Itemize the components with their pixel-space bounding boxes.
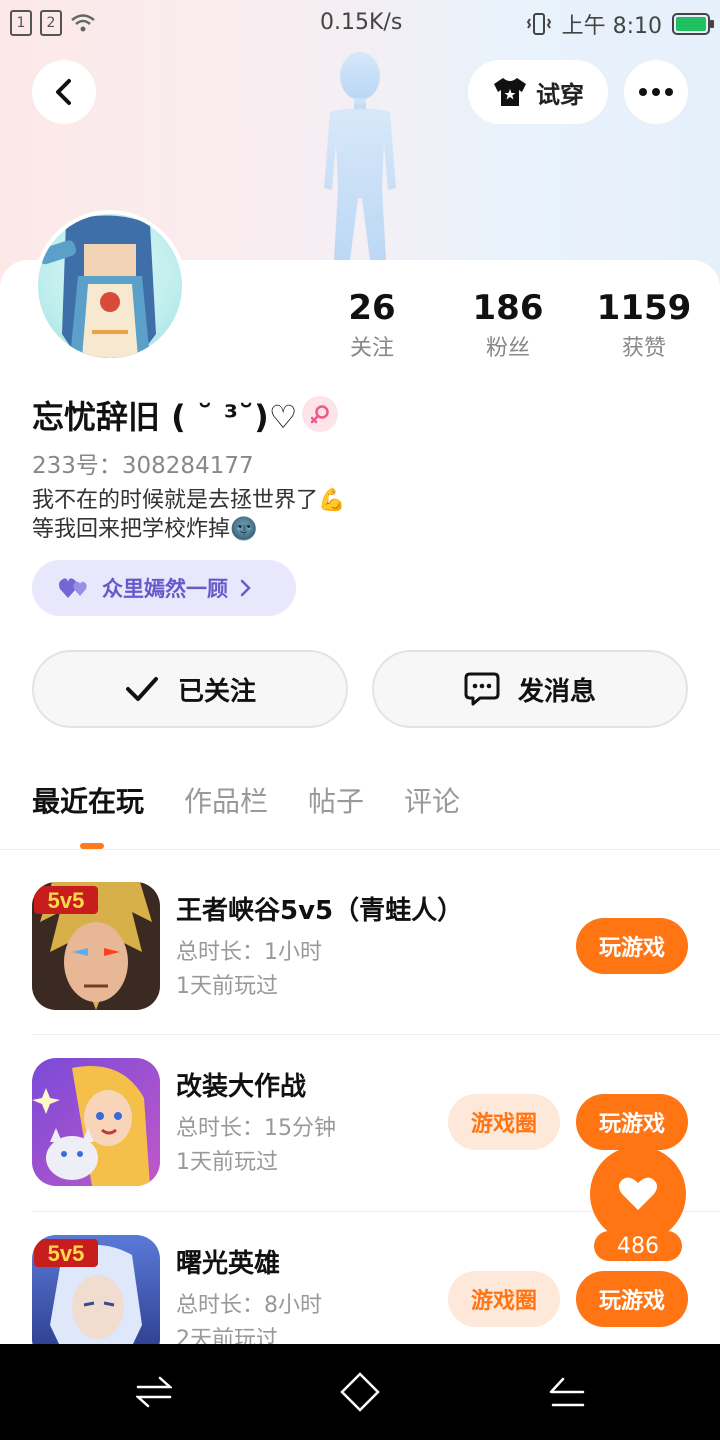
chat-bubble-icon <box>464 672 500 706</box>
profile-name: 忘忧辞旧 ( ˘ ³˘)♡ <box>32 398 298 436</box>
send-message-button[interactable]: 发消息 <box>372 650 688 728</box>
back-chevron-icon <box>56 79 71 105</box>
try-on-button[interactable]: 试穿 <box>468 60 608 124</box>
back-button[interactable] <box>32 60 96 124</box>
stat-fans-label: 粉丝 <box>485 336 530 361</box>
play-game-button[interactable]: 玩游戏 <box>576 1271 688 1327</box>
double-heart-icon <box>59 578 87 598</box>
wifi-icon <box>71 14 95 32</box>
like-count: 486 <box>594 1231 682 1261</box>
game-icon-honor-of-kings[interactable]: 5v5 <box>32 882 160 1010</box>
stat-following[interactable]: 26 关注 <box>312 288 432 362</box>
bio-line-1: 我不在的时候就是去拯世界了💪 <box>32 488 346 513</box>
game-last-played: 1天前玩过 <box>176 974 278 999</box>
home-button[interactable] <box>336 1368 384 1416</box>
more-dots-icon <box>639 88 673 96</box>
game-art-icon: 5v5 <box>32 882 160 1010</box>
more-button[interactable] <box>624 60 688 124</box>
row-divider <box>32 1034 720 1035</box>
battery-icon <box>672 13 714 35</box>
guild-label: 众里嫣然一顾 <box>102 577 228 601</box>
play-game-button[interactable]: 玩游戏 <box>576 1094 688 1150</box>
tab-works[interactable]: 作品栏 <box>184 780 268 820</box>
guild-badge-button[interactable]: 众里嫣然一顾 <box>32 560 296 616</box>
tabs-divider <box>0 849 720 850</box>
female-gender-icon <box>302 396 338 432</box>
try-on-label: 试穿 <box>536 80 584 109</box>
game-last-played: 1天前玩过 <box>176 1150 278 1175</box>
status-right: 上午 8:10 <box>526 8 714 40</box>
clock: 上午 8:10 <box>561 14 662 39</box>
tab-posts[interactable]: 帖子 <box>308 780 364 820</box>
back-arrow-icon <box>549 1377 585 1407</box>
list-item[interactable]: 5v5 王者峡谷5v5（青蛙人） 总时长：1小时 1天前玩过 玩游戏 <box>0 860 720 1036</box>
check-icon <box>125 677 158 701</box>
game-icon-modified-battle[interactable] <box>32 1058 160 1186</box>
stat-following-value: 26 <box>348 288 396 328</box>
like-float-button[interactable] <box>590 1146 686 1242</box>
sim2-icon: 2 <box>40 10 62 36</box>
system-navigation-bar <box>0 1344 720 1440</box>
svg-text:5v5: 5v5 <box>48 888 85 913</box>
stat-likes-value: 1159 <box>596 288 692 328</box>
sim1-icon: 1 <box>10 10 32 36</box>
stat-likes[interactable]: 1159 获赞 <box>584 288 704 362</box>
profile-bio: 我不在的时候就是去拯世界了💪 等我回来把学校炸掉🌚 <box>32 486 345 544</box>
game-title: 改装大作战 <box>176 1072 307 1102</box>
status-left: 1 2 <box>10 10 96 36</box>
network-speed: 0.15K/s <box>320 10 403 35</box>
game-duration: 总时长：8小时 <box>176 1293 322 1318</box>
play-game-button[interactable]: 玩游戏 <box>576 918 688 974</box>
heart-icon <box>619 1177 657 1210</box>
stat-likes-label: 获赞 <box>621 336 666 361</box>
svg-text:5v5: 5v5 <box>48 1241 85 1266</box>
followed-button[interactable]: 已关注 <box>32 650 348 728</box>
game-title: 曙光英雄 <box>176 1249 281 1279</box>
game-circle-button[interactable]: 游戏圈 <box>448 1271 560 1327</box>
game-duration: 总时长：1小时 <box>176 940 322 965</box>
home-diamond-icon <box>340 1372 380 1412</box>
switch-arrows-icon <box>136 1376 172 1408</box>
recent-apps-button[interactable] <box>130 1368 178 1416</box>
followed-label: 已关注 <box>177 676 256 707</box>
bio-line-2: 等我回来把学校炸掉🌚 <box>32 517 258 542</box>
avatar-illustration-icon <box>38 215 156 358</box>
status-bar: 1 2 0.15K/s 上午 8:10 <box>0 0 720 50</box>
tshirt-icon <box>494 78 526 106</box>
game-circle-button[interactable]: 游戏圈 <box>448 1094 560 1150</box>
back-nav-button[interactable] <box>542 1368 590 1416</box>
profile-tabs: 最近在玩 作品栏 帖子 评论 <box>32 780 460 820</box>
stat-following-label: 关注 <box>349 336 394 361</box>
tab-comments[interactable]: 评论 <box>404 780 460 820</box>
stat-fans-value: 186 <box>472 288 544 328</box>
chevron-right-icon <box>240 579 251 597</box>
send-message-label: 发消息 <box>517 676 596 707</box>
vibrate-icon <box>526 13 551 35</box>
user-id: 233号：308284177 <box>32 453 254 479</box>
tab-recently-played[interactable]: 最近在玩 <box>32 780 144 820</box>
game-title: 王者峡谷5v5（青蛙人） <box>176 896 464 926</box>
stat-fans[interactable]: 186 粉丝 <box>448 288 568 362</box>
game-duration: 总时长：15分钟 <box>176 1116 336 1141</box>
avatar-3d-figure-icon <box>324 52 396 260</box>
game-art-icon <box>32 1058 160 1186</box>
avatar[interactable] <box>34 210 186 362</box>
